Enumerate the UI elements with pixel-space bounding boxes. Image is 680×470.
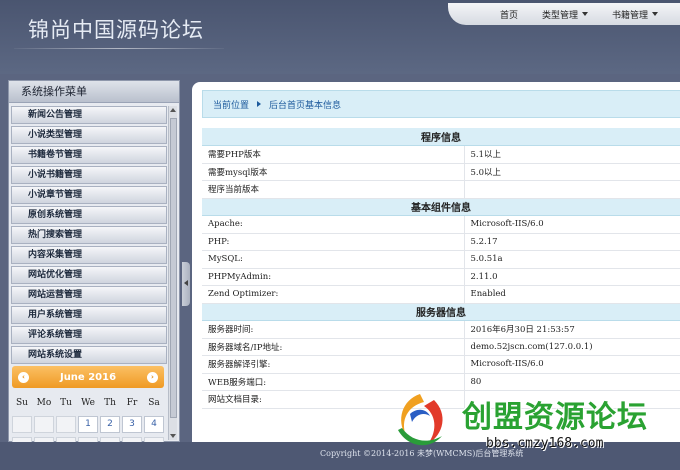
calendar-next-button[interactable]: › <box>147 371 158 383</box>
nav-book-management[interactable]: 书籍管理 <box>600 8 670 21</box>
watermark-logo-icon <box>398 394 443 446</box>
sidebar-scrollbar[interactable] <box>168 106 177 440</box>
chevron-down-icon <box>581 12 588 16</box>
calendar-day[interactable]: 2 <box>100 416 120 433</box>
row-label: 程序当前版本 <box>202 180 464 199</box>
nav-home-label: 首页 <box>499 10 518 21</box>
row-value: Microsoft-IIS/6.0 <box>463 215 680 234</box>
sidebar-menu: 新闻公告管理 小说类型管理 书籍卷节管理 小说书籍管理 小说章节管理 原创系统管… <box>11 106 167 366</box>
scroll-thumb[interactable] <box>170 118 177 418</box>
table-row: 服务器解译引擎: Microsoft-IIS/6.0 <box>202 355 680 374</box>
info-table: 程序信息 需要PHP版本 5.1以上 需要mysql版本 5.0以上 程序当前版本 … <box>202 128 680 409</box>
calendar: ‹ June 2016 › Su Mo Tu We Th Fr Sa 1 2 3… <box>11 366 167 454</box>
sidebar-item-book-volumes[interactable]: 书籍卷节管理 <box>11 146 167 164</box>
top-nav: 首页 类型管理 书籍管理 <box>448 3 680 25</box>
table-row: Zend Optimizer: Enabled <box>202 285 680 304</box>
table-row: 需要PHP版本 5.1以上 <box>202 145 680 164</box>
section-title: 程序信息 <box>202 128 680 146</box>
row-value: Microsoft-IIS/6.0 <box>463 355 680 374</box>
section-title: 服务器信息 <box>202 303 680 321</box>
calendar-day[interactable]: 4 <box>144 416 164 433</box>
table-row: 服务器域名/IP地址: demo.52jscn.com(127.0.0.1) <box>202 338 680 356</box>
table-row: 需要mysql版本 5.0以上 <box>202 163 680 181</box>
sidebar-collapse-button[interactable] <box>182 262 190 306</box>
row-value: demo.52jscn.com(127.0.0.1) <box>463 338 680 356</box>
logo-divider <box>14 48 224 49</box>
calendar-header: ‹ June 2016 › <box>12 366 164 388</box>
table-row: 服务器时间: 2016年6月30日 21:53:57 <box>202 320 680 339</box>
nav-type-management-label: 类型管理 <box>541 10 578 21</box>
calendar-day[interactable]: 3 <box>122 416 142 433</box>
row-label: Apache: <box>202 215 464 234</box>
breadcrumb: 当前位置 后台首页基本信息 <box>202 90 680 118</box>
sidebar-title: 系统操作菜单 <box>9 81 179 103</box>
table-row: PHPMyAdmin: 2.11.0 <box>202 268 680 286</box>
table-row: 程序当前版本 <box>202 180 680 199</box>
watermark: 创盟资源论坛 bbs.cmzy168.com <box>390 386 680 456</box>
table-row: PHP: 5.2.17 <box>202 233 680 251</box>
calendar-empty-cell <box>34 416 54 433</box>
sidebar-item-seo[interactable]: 网站优化管理 <box>11 266 167 284</box>
nav-book-management-label: 书籍管理 <box>611 10 648 21</box>
calendar-empty-cell <box>56 416 76 433</box>
sidebar-item-original[interactable]: 原创系统管理 <box>11 206 167 224</box>
row-value: 2.11.0 <box>463 268 680 286</box>
sidebar-item-collection[interactable]: 内容采集管理 <box>11 246 167 264</box>
sidebar-item-settings[interactable]: 网站系统设置 <box>11 346 167 364</box>
weekday-label: Fr <box>126 398 138 408</box>
nav-home[interactable]: 首页 <box>488 8 530 21</box>
weekday-label: Sa <box>148 398 160 408</box>
row-value: 5.0以上 <box>463 163 680 181</box>
sidebar-item-operations[interactable]: 网站运营管理 <box>11 286 167 304</box>
table-row: MySQL: 5.0.51a <box>202 250 680 269</box>
row-label: MySQL: <box>202 250 464 269</box>
sidebar-item-novel-types[interactable]: 小说类型管理 <box>11 126 167 144</box>
weekday-label: Su <box>16 398 28 408</box>
row-label: 需要PHP版本 <box>202 145 464 164</box>
watermark-title: 创盟资源论坛 <box>462 400 648 435</box>
row-label: 需要mysql版本 <box>202 163 464 181</box>
calendar-month: June 2016 <box>59 371 117 383</box>
header: 锦尚中国源码论坛 首页 类型管理 书籍管理 <box>0 0 680 74</box>
breadcrumb-location[interactable]: 当前位置 <box>213 98 249 111</box>
sidebar: 系统操作菜单 新闻公告管理 小说类型管理 书籍卷节管理 小说书籍管理 小说章节管… <box>8 80 180 454</box>
chevron-left-icon <box>184 280 188 286</box>
calendar-empty-cell <box>12 416 32 433</box>
breadcrumb-page[interactable]: 后台首页基本信息 <box>269 98 341 111</box>
row-label: 服务器域名/IP地址: <box>202 338 464 356</box>
weekday-label: Tu <box>60 398 72 408</box>
sidebar-item-news[interactable]: 新闻公告管理 <box>11 106 167 124</box>
section-title: 基本组件信息 <box>202 198 680 216</box>
weekday-label: Th <box>104 398 116 408</box>
breadcrumb-arrow-icon <box>257 101 262 107</box>
row-value <box>463 180 680 199</box>
row-value: 2016年6月30日 21:53:57 <box>463 320 680 339</box>
row-label: PHP: <box>202 233 464 251</box>
nav-type-management[interactable]: 类型管理 <box>530 8 600 21</box>
row-label: 服务器时间: <box>202 320 464 339</box>
calendar-prev-button[interactable]: ‹ <box>18 371 29 383</box>
sidebar-item-comments[interactable]: 评论系统管理 <box>11 326 167 344</box>
weekday-label: Mo <box>36 398 52 408</box>
table-row: Apache: Microsoft-IIS/6.0 <box>202 215 680 234</box>
row-value: 5.1以上 <box>463 145 680 164</box>
weekday-label: We <box>81 398 95 408</box>
calendar-day[interactable]: 1 <box>78 416 98 433</box>
row-value: 5.0.51a <box>463 250 680 269</box>
sidebar-item-novel-books[interactable]: 小说书籍管理 <box>11 166 167 184</box>
scroll-up-icon[interactable] <box>170 108 176 112</box>
calendar-weekdays: Su Mo Tu We Th Fr Sa <box>11 398 167 408</box>
row-value: 5.2.17 <box>463 233 680 251</box>
row-label: Zend Optimizer: <box>202 285 464 304</box>
row-value: Enabled <box>463 285 680 304</box>
sidebar-item-hot-search[interactable]: 热门搜索管理 <box>11 226 167 244</box>
chevron-down-icon <box>652 12 658 16</box>
scroll-down-icon[interactable] <box>170 434 176 438</box>
site-logo[interactable]: 锦尚中国源码论坛 <box>28 14 204 44</box>
row-label: PHPMyAdmin: <box>202 268 464 286</box>
sidebar-item-novel-chapters[interactable]: 小说章节管理 <box>11 186 167 204</box>
sidebar-item-users[interactable]: 用户系统管理 <box>11 306 167 324</box>
row-label: 服务器解译引擎: <box>202 355 464 374</box>
watermark-url: bbs.cmzy168.com <box>486 436 604 451</box>
